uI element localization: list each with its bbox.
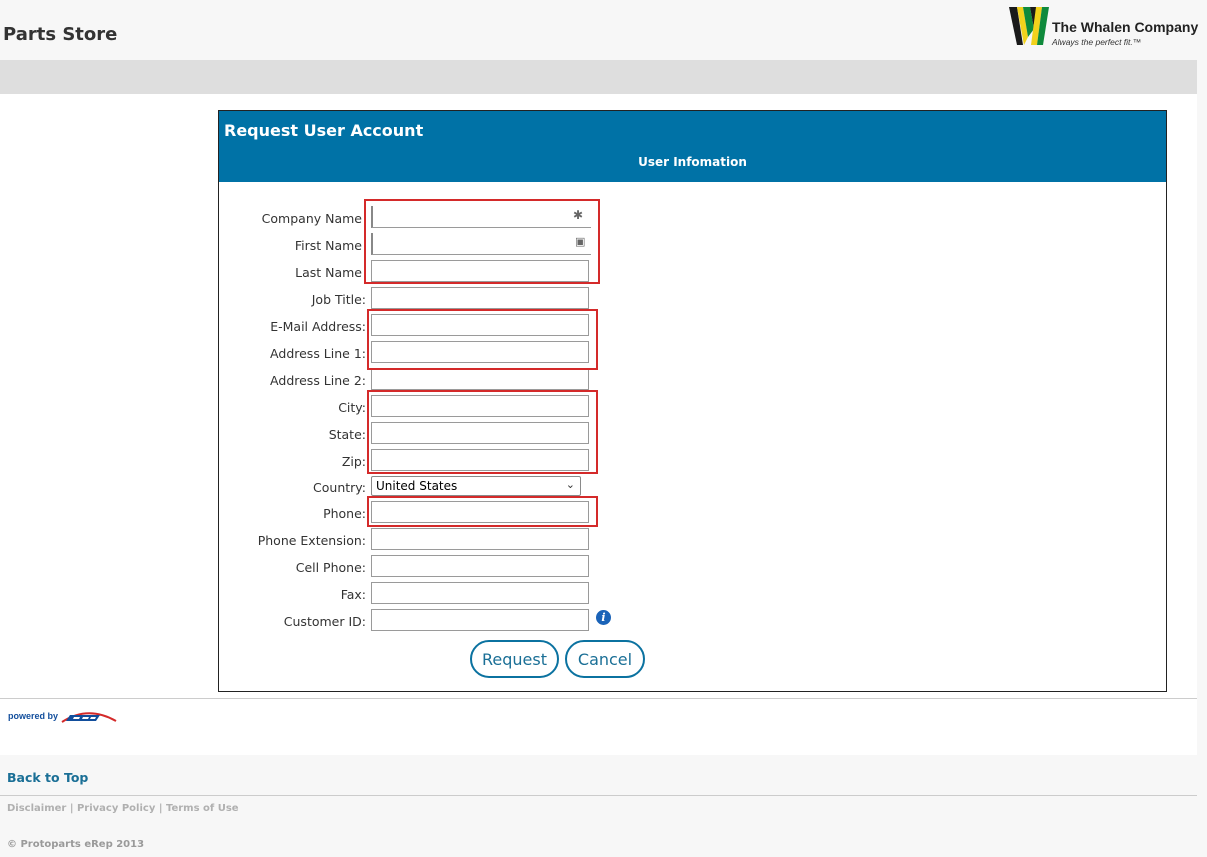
address-line-1-label: Address Line 1: (270, 346, 366, 361)
logo-company-name: The Whalen Company (1052, 19, 1199, 35)
country-select[interactable]: United States ⌄ (371, 476, 581, 496)
first-name-label: First Name (294, 238, 362, 253)
required-highlight-name-group (364, 199, 600, 284)
customer-id-input[interactable] (371, 609, 589, 631)
required-highlight-contact-group (367, 309, 598, 370)
form-row-fax: Fax: (219, 582, 1166, 606)
address-line-2-input[interactable] (371, 368, 589, 390)
form-row-phone-extension: Phone Extension: (219, 528, 1166, 552)
form-row-zip: Zip: (219, 449, 1166, 473)
state-label: State: (328, 427, 366, 442)
site-header: Parts Store The Whalen Company Always th… (0, 0, 1199, 60)
job-title-input[interactable] (371, 287, 589, 309)
main-content: Request User Account User Infomation Com… (0, 94, 1197, 698)
form-row-address-1: Address Line 1: (219, 341, 1166, 365)
address-line-2-label: Address Line 2: (270, 373, 366, 388)
info-icon[interactable]: i (596, 610, 611, 625)
phone-extension-label: Phone Extension: (257, 533, 366, 548)
form-row-cell-phone: Cell Phone: (219, 555, 1166, 579)
form-row-last-name: Last Name (219, 260, 1166, 284)
country-label: Country: (313, 480, 366, 495)
form-row-state: State: (219, 422, 1166, 446)
request-button[interactable]: Request (470, 640, 559, 678)
fax-input[interactable] (371, 582, 589, 604)
logo-tagline: Always the perfect fit.™ (1052, 37, 1142, 47)
form-row-first-name: First Name ▣ (219, 233, 1166, 257)
panel-header: Request User Account User Infomation (219, 111, 1166, 182)
form-row-job-title: Job Title: (219, 287, 1166, 311)
email-label: E-Mail Address: (270, 319, 366, 334)
bca-logo-icon (61, 712, 117, 723)
copyright-text: © Protoparts eRep 2013 (7, 839, 145, 850)
chevron-down-icon: ⌄ (565, 478, 575, 491)
cell-phone-input[interactable] (371, 555, 589, 577)
required-highlight-phone (367, 496, 598, 527)
form-row-customer-id: Customer ID: i (219, 609, 1166, 633)
footer-links[interactable]: Disclaimer | Privacy Policy | Terms of U… (7, 803, 239, 814)
footer-divider (0, 795, 1197, 796)
city-label: City: (338, 400, 366, 415)
customer-id-label: Customer ID: (283, 614, 366, 629)
powered-by-label: powered by (8, 711, 59, 721)
required-highlight-location-group (367, 390, 598, 474)
fax-label: Fax: (340, 587, 366, 602)
phone-extension-input[interactable] (371, 528, 589, 550)
job-title-label: Job Title: (311, 292, 366, 307)
phone-label: Phone: (323, 506, 366, 521)
form-row-phone: Phone: (219, 501, 1166, 525)
form-row-country: Country: United States ⌄ (219, 476, 1166, 500)
powered-by-bar: powered by (0, 698, 1197, 755)
last-name-label: Last Name (295, 265, 362, 280)
panel-title: Request User Account (224, 121, 424, 140)
country-selected-value: United States (376, 479, 458, 493)
form-row-city: City: (219, 395, 1166, 419)
whalen-logo[interactable]: The Whalen Company Always the perfect fi… (1009, 7, 1199, 47)
company-name-label: Company Name (261, 211, 362, 226)
whalen-w-logo-icon (1009, 7, 1049, 45)
form-row-email: E-Mail Address: (219, 314, 1166, 338)
site-title: Parts Store (3, 24, 118, 45)
cell-phone-label: Cell Phone: (295, 560, 366, 575)
request-account-panel: Request User Account User Infomation Com… (218, 110, 1167, 692)
nav-bar (0, 60, 1197, 94)
panel-subtitle: User Infomation (638, 155, 747, 169)
form-row-address-2: Address Line 2: (219, 368, 1166, 392)
back-to-top-link[interactable]: Back to Top (7, 770, 88, 785)
zip-label: Zip: (341, 454, 366, 469)
cancel-button[interactable]: Cancel (565, 640, 645, 678)
form-row-company-name: Company Name ✱ (219, 206, 1166, 230)
